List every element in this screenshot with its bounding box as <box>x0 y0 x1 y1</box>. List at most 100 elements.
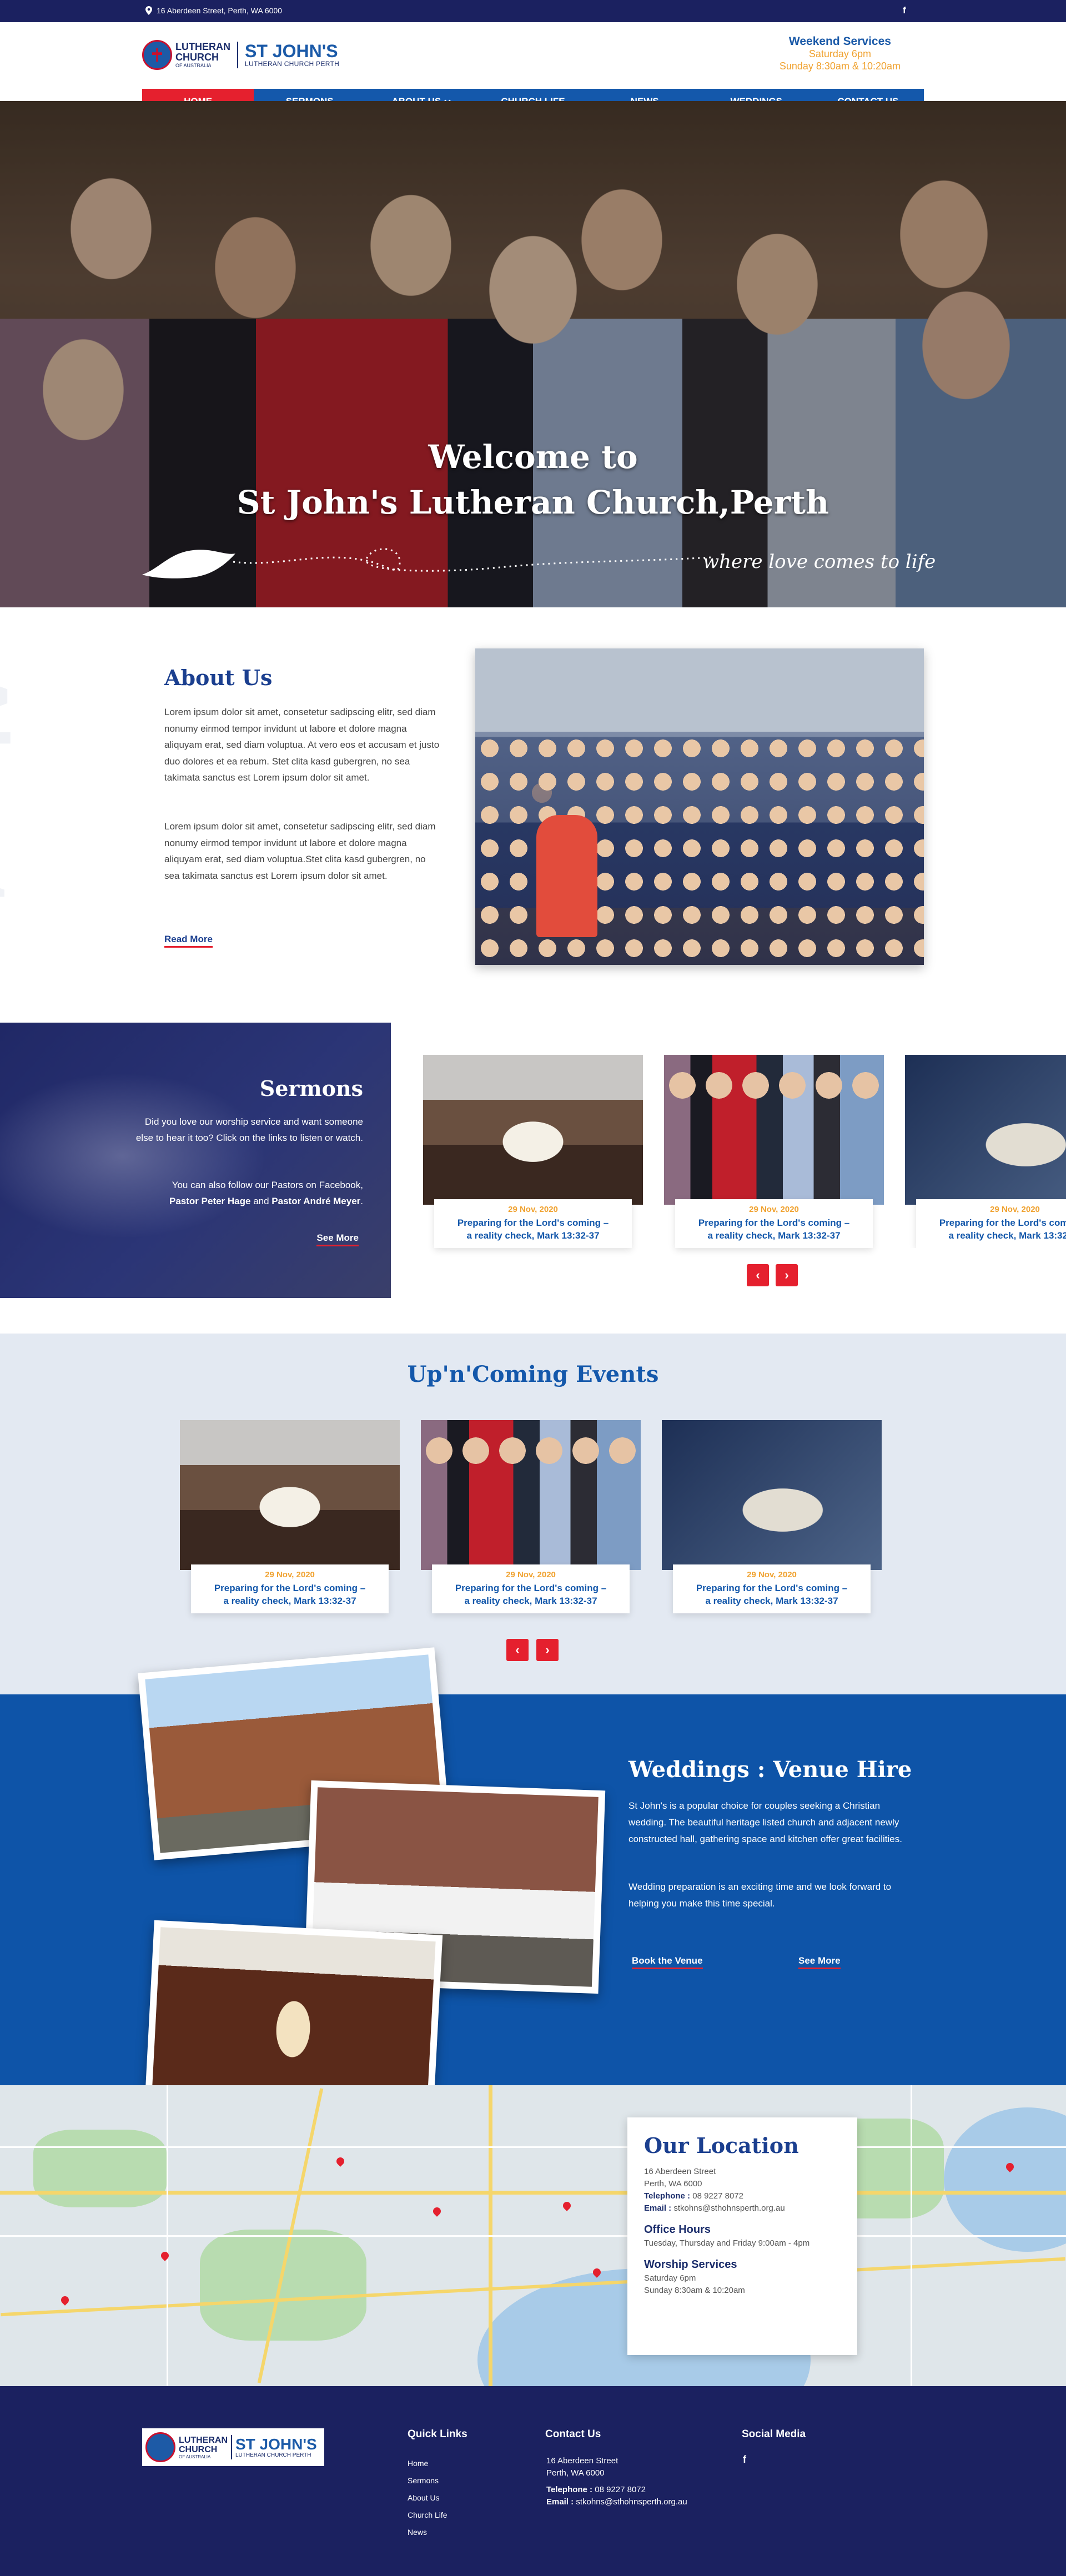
social-media-title: Social Media <box>742 2428 806 2440</box>
events-next-button[interactable]: › <box>536 1639 559 1661</box>
services-sunday: Sunday 8:30am & 10:20am <box>779 61 901 72</box>
location-pin-icon <box>145 6 152 15</box>
map-street <box>911 2085 912 2386</box>
about-watermark: About <box>0 666 26 907</box>
about-congregation-photo <box>475 648 924 965</box>
footer-logo-line1: LUTHERAN <box>179 2435 228 2445</box>
book-venue-link[interactable]: Book the Venue <box>632 1955 703 1969</box>
lutheran-seal-icon <box>142 40 172 70</box>
footer-link-sermons[interactable]: Sermons <box>408 2472 447 2489</box>
footer-contact: 16 Aberdeen Street Perth, WA 6000 Teleph… <box>546 2455 687 2508</box>
sermon-card-title-line2: a reality check, Mark 13:32-37 <box>948 1230 1066 1241</box>
event-card-date: 29 Nov, 2020 <box>265 1570 315 1579</box>
sermon-card-title-line1: Preparing for the Lord's coming – <box>698 1217 850 1228</box>
logo-divider <box>237 42 238 68</box>
sermon-card[interactable]: 29 Nov, 2020 Preparing for the Lord's co… <box>905 1055 1066 1248</box>
footer-logo-right: ST JOHN'S LUTHERAN CHURCH PERTH <box>235 2436 317 2458</box>
logo-line3: OF AUSTRALIA <box>175 63 212 68</box>
worship-title: Worship Services <box>644 2258 737 2271</box>
event-card-title: Preparing for the Lord's coming – a reali… <box>673 1582 871 1607</box>
map-pin-icon[interactable] <box>159 2250 170 2261</box>
event-card-title: Preparing for the Lord's coming – a reali… <box>191 1582 389 1607</box>
site-footer: LUTHERAN CHURCH OF AUSTRALIA ST JOHN'S L… <box>0 2386 1066 2576</box>
map-pin-icon[interactable] <box>561 2200 572 2211</box>
services-saturday: Saturday 6pm <box>808 48 871 59</box>
footer-telephone: Telephone : 08 9227 8072 <box>546 2484 687 2496</box>
about-photo-figure <box>536 815 597 937</box>
footer-link-about-us[interactable]: About Us <box>408 2489 447 2507</box>
worship-sunday: Sunday 8:30am & 10:20am <box>644 2286 745 2295</box>
event-card-title-line2: a reality check, Mark 13:32-37 <box>223 1596 356 1606</box>
office-hours-title: Office Hours <box>644 2223 711 2236</box>
weekend-services: Weekend Services Saturday 6pm Sunday 8:3… <box>780 36 901 72</box>
sermon-card[interactable]: 29 Nov, 2020 Preparing for the Lord's co… <box>664 1055 884 1248</box>
sermon-card-title-line2: a reality check, Mark 13:32-37 <box>707 1230 841 1241</box>
sermon-card-title: Preparing for the Lord's coming – a reali… <box>434 1216 632 1242</box>
about-read-more-link[interactable]: Read More <box>164 934 213 948</box>
sermon-card-image <box>664 1055 884 1205</box>
location-map[interactable] <box>0 2085 1066 2386</box>
footer-link-church-life[interactable]: Church Life <box>408 2507 447 2524</box>
email-label: Email : <box>644 2203 672 2213</box>
location-email: Email : stkohns@sthohnsperth.org.au <box>644 2202 841 2215</box>
event-card[interactable]: 29 Nov, 2020 Preparing for the Lord's co… <box>421 1420 641 1613</box>
location-address-2: Perth, WA 6000 <box>644 2179 702 2188</box>
footer-logo-line2: CHURCH <box>179 2444 218 2454</box>
event-card-title: Preparing for the Lord's coming – a reali… <box>432 1582 630 1607</box>
facebook-icon[interactable]: f <box>903 5 906 16</box>
logo-subtitle: LUTHERAN CHURCH PERTH <box>245 60 340 68</box>
top-bar: 16 Aberdeen Street, Perth, WA 6000 f <box>0 0 1066 22</box>
sermon-card-date: 29 Nov, 2020 <box>990 1205 1040 1214</box>
sermons-see-more-link[interactable]: See More <box>316 1232 359 1246</box>
sermon-card-title-line2: a reality check, Mark 13:32-37 <box>466 1230 600 1241</box>
event-card[interactable]: 29 Nov, 2020 Preparing for the Lord's co… <box>180 1420 400 1613</box>
map-street <box>167 2085 168 2386</box>
event-card-date: 29 Nov, 2020 <box>506 1570 556 1579</box>
weddings-see-more-link[interactable]: See More <box>798 1955 841 1969</box>
sermons-paragraph-2: You can also follow our Pastors on Faceb… <box>130 1177 363 1209</box>
footer-address-1: 16 Aberdeen Street <box>546 2456 619 2466</box>
sermon-card-caption: 29 Nov, 2020 Preparing for the Lord's co… <box>916 1199 1066 1248</box>
sermons-and: and <box>250 1196 272 1206</box>
about-paragraph-1: Lorem ipsum dolor sit amet, consetetur s… <box>164 707 440 783</box>
services-title: Weekend Services <box>788 35 891 48</box>
sermon-card-title: Preparing for the Lord's coming – a reali… <box>916 1216 1066 1242</box>
weddings-paragraph-1: St John's is a popular choice for couple… <box>628 1800 902 1844</box>
office-hours: Tuesday, Thursday and Friday 9:00am - 4p… <box>644 2238 810 2248</box>
event-card-title-line2: a reality check, Mark 13:32-37 <box>464 1596 597 1606</box>
sermons-prev-button[interactable]: ‹ <box>747 1264 769 1286</box>
footer-link-news[interactable]: News <box>408 2524 447 2541</box>
facebook-icon[interactable]: f <box>743 2454 746 2466</box>
events-prev-button[interactable]: ‹ <box>506 1639 529 1661</box>
email-value: stkohns@sthohnsperth.org.au <box>671 2203 785 2213</box>
map-road <box>0 2191 1066 2195</box>
map-pin-icon[interactable] <box>59 2295 71 2306</box>
contact-title: Contact Us <box>545 2428 601 2440</box>
sermons-paragraph-1: Did you love our worship service and wan… <box>135 1116 363 1143</box>
quick-links-list: Home Sermons About Us Church Life News <box>408 2455 447 2541</box>
footer-logo-subtitle: LUTHERAN CHURCH PERTH <box>235 2452 311 2458</box>
sermon-card[interactable]: 29 Nov, 2020 Preparing for the Lord's co… <box>423 1055 643 1248</box>
sermon-card-title-line1: Preparing for the Lord's coming – <box>457 1217 609 1228</box>
map-street <box>0 2235 1066 2237</box>
footer-logo-line3: OF AUSTRALIA <box>179 2454 211 2459</box>
footer-link-home[interactable]: Home <box>408 2455 447 2472</box>
site-logo[interactable]: LUTHERAN CHURCH OF AUSTRALIA ST JOHN'S L… <box>142 40 339 70</box>
hero-welcome: Welcome to <box>428 438 638 476</box>
site-header: LUTHERAN CHURCH OF AUSTRALIA ST JOHN'S L… <box>0 22 1066 100</box>
sermons-next-button[interactable]: › <box>776 1264 798 1286</box>
sermons-bible-image <box>0 1073 266 1239</box>
map-pin-icon[interactable] <box>335 2156 346 2167</box>
event-card-caption: 29 Nov, 2020 Preparing for the Lord's co… <box>673 1564 871 1613</box>
weddings-paragraph-2: Wedding preparation is an exciting time … <box>628 1881 892 1909</box>
sermon-card-caption: 29 Nov, 2020 Preparing for the Lord's co… <box>434 1199 632 1248</box>
event-card[interactable]: 29 Nov, 2020 Preparing for the Lord's co… <box>662 1420 882 1613</box>
footer-logo-left: LUTHERAN CHURCH OF AUSTRALIA <box>179 2436 228 2459</box>
footer-logo[interactable]: LUTHERAN CHURCH OF AUSTRALIA ST JOHN'S L… <box>142 2428 324 2466</box>
logo-left-text: LUTHERAN CHURCH OF AUSTRALIA <box>175 42 230 69</box>
sermons-title: Sermons <box>259 1076 363 1101</box>
footer-telephone-label: Telephone : <box>546 2485 593 2494</box>
map-pin-icon[interactable] <box>431 2206 443 2217</box>
sermon-card-title-line1: Preparing for the Lord's coming – <box>939 1217 1066 1228</box>
map-park <box>200 2230 366 2341</box>
